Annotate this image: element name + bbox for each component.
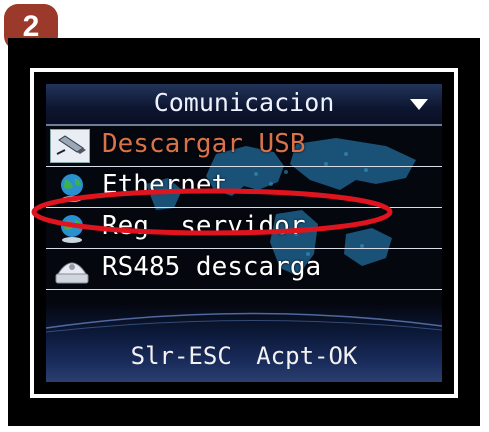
usb-drive-icon (50, 129, 90, 163)
title-bar: Comunicacion (46, 84, 442, 126)
screen-bezel: Comunicacion Descargar USB Ethernet Reg.… (30, 68, 458, 398)
globe-icon (61, 174, 83, 202)
menu-item-label: Descargar USB (102, 129, 306, 159)
rs485-device-icon (55, 262, 89, 284)
menu-item-ethernet[interactable]: Ethernet (46, 167, 442, 208)
menu-item-reg-servidor[interactable]: Reg. servidor (46, 208, 442, 249)
menu-item-label: Ethernet (102, 170, 228, 200)
globe-icon (61, 215, 83, 243)
screen-title: Comunicacion (153, 88, 335, 117)
softkey-labels: Slr-ESC Acpt-OK (130, 342, 358, 370)
menu-item-label: Reg. servidor (102, 211, 306, 241)
dropdown-arrow-icon[interactable] (410, 99, 428, 110)
device-screen: Comunicacion Descargar USB Ethernet Reg.… (46, 84, 442, 382)
decorative-swoosh (46, 312, 442, 333)
menu-list: Descargar USB Ethernet Reg. servidor RS4… (46, 126, 442, 290)
menu-item-label: RS485 descarga (102, 252, 322, 282)
menu-item-rs485-descarga[interactable]: RS485 descarga (46, 249, 442, 290)
device-frame: Comunicacion Descargar USB Ethernet Reg.… (8, 38, 480, 426)
menu-item-descargar-usb[interactable]: Descargar USB (46, 126, 442, 167)
